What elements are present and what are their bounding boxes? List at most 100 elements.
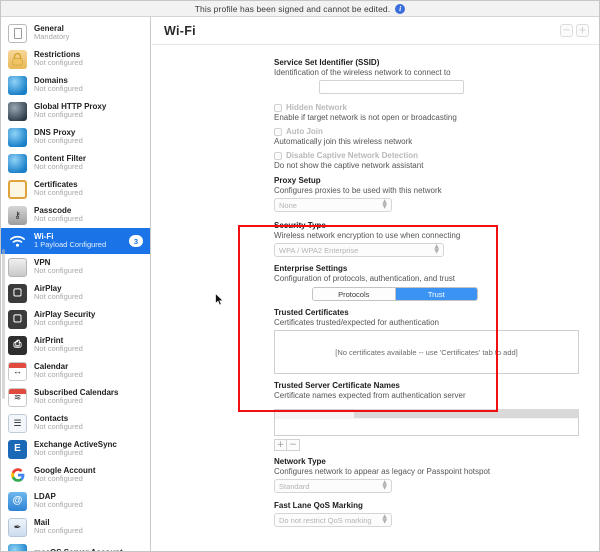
sidebar-item-domains[interactable]: Domains Not configured: [1, 72, 150, 98]
sidebar-item-text: General Mandatory: [34, 24, 150, 42]
chevron-updown-icon: ▲ ▼: [434, 243, 439, 255]
sidebar-item-status: Not configured: [34, 214, 83, 224]
ldap-icon: @: [8, 491, 27, 511]
calendar-icon-glyph: ↔: [13, 365, 22, 376]
ssid-input[interactable]: [319, 80, 464, 94]
wifi-icon: [8, 232, 27, 251]
sidebar-item-general[interactable]: General Mandatory: [1, 20, 150, 46]
security-type-description: Wireless network encryption to use when …: [274, 231, 461, 240]
sidebar-item-macos-server-account[interactable]: macOS Server Account: [1, 540, 150, 551]
sidebar-item-google-account[interactable]: Google Account Not configured: [1, 462, 150, 488]
sidebar-item-restrictions[interactable]: Restrictions Not configured: [1, 46, 150, 72]
sidebar-item-status: Not configured: [34, 422, 83, 432]
field-fast-lane-qos: Fast Lane QoS Marking Do not restrict Qo…: [152, 501, 599, 527]
sidebar-scrollbar[interactable]: [2, 249, 5, 399]
sidebar-item-text: Domains Not configured: [34, 76, 150, 94]
pane-header: Wi-Fi − +: [152, 17, 599, 45]
sidebar-item-status: Not configured: [34, 370, 83, 380]
auto-join-checkbox[interactable]: [274, 127, 282, 136]
subscribed-calendar-icon-glyph: ≋: [13, 391, 22, 402]
remove-server-cert-name-button[interactable]: −: [287, 439, 300, 451]
sidebar-item-status: 1 Payload Configured: [34, 240, 107, 250]
sidebar-item-passcode[interactable]: ⚷ Passcode Not configured: [1, 202, 150, 228]
sidebar-item-text: macOS Server Account: [34, 548, 150, 551]
sidebar-item-text: Global HTTP Proxy Not configured: [34, 102, 150, 120]
sidebar-item-text: Certificates Not configured: [34, 180, 150, 198]
sidebar-item-status: Not configured: [34, 84, 83, 94]
field-disable-captive-network-detection: Disable Captive Network Detection Do not…: [152, 151, 599, 170]
sidebar-item-mail[interactable]: ✒ Mail Not configured: [1, 514, 150, 540]
sidebar-item-exchange-activesync[interactable]: E Exchange ActiveSync Not configured: [1, 436, 150, 462]
add-payload-button[interactable]: +: [576, 24, 589, 37]
airplay-security-icon-glyph: ▢: [12, 313, 23, 324]
security-type-select[interactable]: WPA / WPA2 Enterprise ▲ ▼: [274, 243, 444, 257]
sidebar-item-status: Not configured: [34, 292, 83, 302]
trusted-certificates-description: Certificates trusted/expected for authen…: [274, 318, 439, 327]
sidebar-item-text: Subscribed Calendars Not configured: [34, 388, 150, 406]
sidebar-item-subscribed-calendars[interactable]: ≋ Subscribed Calendars Not configured: [1, 384, 150, 410]
proxy-setup-select[interactable]: None ▲ ▼: [274, 198, 392, 212]
sidebar-item-global-http-proxy[interactable]: Global HTTP Proxy Not configured: [1, 98, 150, 124]
info-icon[interactable]: i: [395, 3, 406, 14]
add-server-cert-name-button[interactable]: +: [274, 439, 287, 451]
sidebar-item-wi-fi[interactable]: Wi-Fi 1 Payload Configured 3: [1, 228, 150, 254]
hidden-network-checkbox[interactable]: [274, 103, 282, 112]
sidebar-item-calendar[interactable]: ↔ Calendar Not configured: [1, 358, 150, 384]
fast-lane-select[interactable]: Do not restrict QoS marking ▲ ▼: [274, 513, 392, 527]
payload-sidebar[interactable]: General Mandatory Restrictions Not configur…: [1, 17, 151, 551]
trusted-server-cert-names-controls: + −: [274, 439, 579, 451]
vpn-icon: [8, 257, 27, 277]
sidebar-item-content-filter[interactable]: Content Filter Not configured: [1, 150, 150, 176]
sidebar-item-status: Not configured: [34, 136, 83, 146]
chevron-updown-icon: ▲ ▼: [382, 198, 387, 210]
sidebar-item-contacts[interactable]: ☰ Contacts Not configured: [1, 410, 150, 436]
proxy-setup-label: Proxy Setup: [274, 176, 321, 185]
remove-payload-button[interactable]: −: [560, 24, 573, 37]
sidebar-item-text: Mail Not configured: [34, 518, 150, 536]
sidebar-item-text: Restrictions Not configured: [34, 50, 150, 68]
sidebar-item-ldap[interactable]: @ LDAP Not configured: [1, 488, 150, 514]
sidebar-item-status: Not configured: [34, 266, 83, 276]
sidebar-item-airplay[interactable]: ▢ AirPlay Not configured: [1, 280, 150, 306]
mail-icon: ✒: [8, 517, 27, 537]
fast-lane-value: Do not restrict QoS marking: [279, 515, 372, 525]
tab-protocols[interactable]: Protocols: [313, 288, 395, 300]
sidebar-item-text: Google Account Not configured: [34, 466, 150, 484]
globe-icon: [8, 75, 27, 95]
sidebar-item-status: Not configured: [34, 162, 83, 172]
sidebar-item-text: Exchange ActiveSync Not configured: [34, 440, 150, 458]
sidebar-item-status: Not configured: [34, 500, 83, 510]
trusted-certificates-empty-text: [No certificates available -- use 'Certi…: [335, 347, 518, 357]
field-network-type: Network Type Configures network to appea…: [152, 457, 599, 493]
trusted-certificates-list[interactable]: [No certificates available -- use 'Certi…: [274, 330, 579, 374]
sidebar-item-status: Not configured: [34, 344, 83, 354]
sidebar-item-status: Mandatory: [34, 32, 70, 42]
security-type-label: Security Type: [274, 221, 326, 230]
sidebar-item-text: Wi-Fi 1 Payload Configured: [34, 232, 122, 250]
sidebar-item-text: LDAP Not configured: [34, 492, 150, 510]
sidebar-item-certificates[interactable]: Certificates Not configured: [1, 176, 150, 202]
network-type-select[interactable]: Standard ▲ ▼: [274, 479, 392, 493]
enterprise-settings-tabs[interactable]: Protocols Trust: [312, 287, 478, 301]
trusted-server-cert-names-table[interactable]: [274, 409, 579, 436]
proxy-setup-description: Configures proxies to be used with this …: [274, 186, 442, 195]
sidebar-item-vpn[interactable]: VPN Not configured: [1, 254, 150, 280]
trusted-certificates-label: Trusted Certificates: [274, 308, 349, 317]
disable-captive-label: Disable Captive Network Detection: [286, 151, 419, 160]
table-column-header: [354, 409, 579, 418]
sidebar-item-text: AirPlay Security Not configured: [34, 310, 150, 328]
security-type-value: WPA / WPA2 Enterprise: [279, 245, 359, 255]
airplay-icon-glyph: ▢: [12, 287, 23, 298]
field-auto-join: Auto Join Automatically join this wirele…: [152, 127, 599, 146]
sidebar-item-airprint[interactable]: ⎙ AirPrint Not configured: [1, 332, 150, 358]
server-icon: [8, 543, 27, 551]
trusted-server-cert-names-label: Trusted Server Certificate Names: [274, 381, 400, 390]
sidebar-item-status: Not configured: [34, 110, 83, 120]
disable-captive-checkbox[interactable]: [274, 151, 282, 160]
main-pane: Wi-Fi − + Service Set Identifier (SSID) …: [152, 17, 599, 551]
tab-trust[interactable]: Trust: [394, 288, 477, 300]
sidebar-item-airplay-security[interactable]: ▢ AirPlay Security Not configured: [1, 306, 150, 332]
sidebar-item-dns-proxy[interactable]: DNS Proxy Not configured: [1, 124, 150, 150]
sidebar-item-status: Not configured: [34, 474, 83, 484]
exchange-icon: E: [8, 439, 27, 459]
